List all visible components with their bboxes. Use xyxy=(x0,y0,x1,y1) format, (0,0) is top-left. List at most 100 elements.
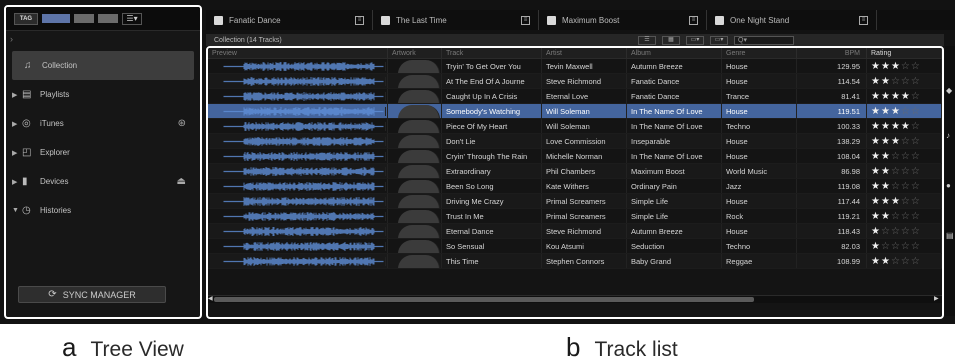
rating-stars[interactable]: ★★★☆☆ xyxy=(867,104,942,118)
star-icon[interactable]: ☆ xyxy=(911,121,921,132)
star-icon[interactable]: ☆ xyxy=(901,241,911,252)
star-icon[interactable]: ☆ xyxy=(911,211,921,222)
star-icon[interactable]: ★ xyxy=(891,121,901,132)
track-row[interactable]: Piece Of My Heart Will Soleman In The Name… xyxy=(208,119,942,134)
deck-3[interactable]: Maximum Boost ≡ xyxy=(539,10,707,30)
star-icon[interactable]: ★ xyxy=(891,61,901,72)
star-icon[interactable]: ☆ xyxy=(891,241,901,252)
star-icon[interactable]: ☆ xyxy=(891,76,901,87)
expand-triangle-icon[interactable]: ▶ xyxy=(12,149,22,157)
deck-1[interactable]: Fanatic Dance ≡ xyxy=(206,10,373,30)
deck-2[interactable]: The Last Time ≡ xyxy=(373,10,539,30)
track-row[interactable]: At The End Of A Journe Steve Richmond Fana… xyxy=(208,74,942,89)
star-icon[interactable]: ☆ xyxy=(891,181,901,192)
track-row[interactable]: Caught Up In A Crisis Eternal Love Fanatic… xyxy=(208,89,942,104)
star-icon[interactable]: ★ xyxy=(871,211,881,222)
star-icon[interactable]: ★ xyxy=(891,106,901,117)
star-icon[interactable]: ☆ xyxy=(911,196,921,207)
rating-stars[interactable]: ★☆☆☆☆ xyxy=(867,239,942,253)
star-icon[interactable]: ☆ xyxy=(901,181,911,192)
star-icon[interactable]: ★ xyxy=(881,76,891,87)
star-icon[interactable]: ★ xyxy=(881,121,891,132)
track-row[interactable]: Somebody's Watching Will Soleman In The Na… xyxy=(208,104,942,119)
star-icon[interactable]: ★ xyxy=(901,121,911,132)
star-icon[interactable]: ★ xyxy=(881,106,891,117)
rating-stars[interactable]: ★★☆☆☆ xyxy=(867,164,942,178)
star-icon[interactable]: ☆ xyxy=(901,76,911,87)
star-icon[interactable]: ★ xyxy=(901,91,911,102)
sync-icon[interactable]: ⊛ xyxy=(178,118,186,129)
expand-triangle-icon[interactable]: ▶ xyxy=(12,178,22,186)
horizontal-scrollbar[interactable]: ◀ ▶ xyxy=(208,295,942,303)
search-input[interactable]: Q▾ xyxy=(734,35,794,45)
star-icon[interactable]: ★ xyxy=(871,181,881,192)
star-icon[interactable]: ☆ xyxy=(911,136,921,147)
star-icon[interactable]: ☆ xyxy=(901,226,911,237)
star-icon[interactable]: ☆ xyxy=(901,256,911,267)
star-icon[interactable]: ☆ xyxy=(891,151,901,162)
star-icon[interactable]: ☆ xyxy=(911,91,921,102)
track-row[interactable]: Been So Long Kate Withers Ordinary Pain Jaz… xyxy=(208,179,942,194)
star-icon[interactable]: ★ xyxy=(871,166,881,177)
rating-stars[interactable]: ★★★★☆ xyxy=(867,89,942,103)
track-row[interactable]: Extraordinary Phil Chambers Maximum Boost W… xyxy=(208,164,942,179)
color-chip-gray-2[interactable] xyxy=(98,14,118,23)
list-view-icon[interactable]: ☰ xyxy=(638,35,656,45)
star-icon[interactable]: ☆ xyxy=(891,211,901,222)
track-row[interactable]: Tryin' To Get Over You Tevin Maxwell Autum… xyxy=(208,59,942,74)
star-icon[interactable]: ★ xyxy=(871,226,881,237)
star-icon[interactable]: ★ xyxy=(891,196,901,207)
rating-stars[interactable]: ★★★☆☆ xyxy=(867,194,942,208)
tree-item-devices[interactable]: ▶ ▮ Devices ⏏ xyxy=(6,167,200,196)
scrollbar-thumb[interactable] xyxy=(214,297,754,302)
waveform-preview[interactable] xyxy=(208,179,388,193)
tree-collapse-icon[interactable]: › xyxy=(6,31,200,51)
star-icon[interactable]: ☆ xyxy=(911,241,921,252)
tag-button[interactable]: TAG xyxy=(14,12,38,25)
star-icon[interactable]: ☆ xyxy=(891,226,901,237)
star-icon[interactable]: ★ xyxy=(871,241,881,252)
columns-menu-icon[interactable]: ▭▾ xyxy=(686,35,704,45)
rating-stars[interactable]: ★★☆☆☆ xyxy=(867,254,942,268)
info-icon[interactable]: ● xyxy=(946,181,954,190)
star-icon[interactable]: ☆ xyxy=(901,151,911,162)
track-row[interactable]: Driving Me Crazy Primal Screamers Simple L… xyxy=(208,194,942,209)
rating-stars[interactable]: ★★★★☆ xyxy=(867,119,942,133)
star-icon[interactable]: ★ xyxy=(871,136,881,147)
star-icon[interactable]: ★ xyxy=(881,166,891,177)
color-chip-blue[interactable] xyxy=(42,14,70,23)
track-row[interactable]: Cryin' Through The Rain Michelle Norman In… xyxy=(208,149,942,164)
rating-stars[interactable]: ★★☆☆☆ xyxy=(867,149,942,163)
tree-item-playlists[interactable]: ▶ ▤ Playlists xyxy=(6,80,200,109)
grid-view-icon[interactable]: ▦ xyxy=(662,35,680,45)
tag-icon[interactable]: ◆ xyxy=(946,86,954,95)
star-icon[interactable]: ★ xyxy=(871,121,881,132)
expand-triangle-icon[interactable]: ▼ xyxy=(12,207,22,214)
star-icon[interactable]: ★ xyxy=(871,106,881,117)
waveform-preview[interactable] xyxy=(208,89,388,103)
waveform-preview[interactable] xyxy=(208,59,388,73)
star-icon[interactable]: ★ xyxy=(881,181,891,192)
deck-menu-icon[interactable]: ≡ xyxy=(689,15,698,25)
star-icon[interactable]: ☆ xyxy=(901,166,911,177)
column-header-genre[interactable]: Genre xyxy=(722,48,797,58)
track-row[interactable]: Eternal Dance Steve Richmond Autumn Breeze… xyxy=(208,224,942,239)
star-icon[interactable]: ★ xyxy=(881,61,891,72)
music-icon[interactable]: ♪ xyxy=(946,131,954,140)
waveform-preview[interactable] xyxy=(208,209,388,223)
rating-stars[interactable]: ★★☆☆☆ xyxy=(867,209,942,223)
column-header-rating[interactable]: Rating xyxy=(867,48,942,58)
star-icon[interactable]: ★ xyxy=(891,91,901,102)
track-row[interactable]: This Time Stephen Connors Baby Grand Reggae… xyxy=(208,254,942,269)
sync-manager-button[interactable]: ⟳ SYNC MANAGER xyxy=(18,286,166,303)
star-icon[interactable]: ★ xyxy=(871,61,881,72)
star-icon[interactable]: ☆ xyxy=(901,136,911,147)
tree-item-collection[interactable]: ♫ Collection xyxy=(12,51,194,80)
waveform-preview[interactable] xyxy=(208,134,388,148)
color-chip-gray[interactable] xyxy=(74,14,94,23)
waveform-preview[interactable] xyxy=(208,224,388,238)
track-row[interactable]: Don't Lie Love Commission Inseparable House… xyxy=(208,134,942,149)
star-icon[interactable]: ★ xyxy=(881,256,891,267)
waveform-preview[interactable] xyxy=(208,74,388,88)
rating-stars[interactable]: ★★☆☆☆ xyxy=(867,179,942,193)
